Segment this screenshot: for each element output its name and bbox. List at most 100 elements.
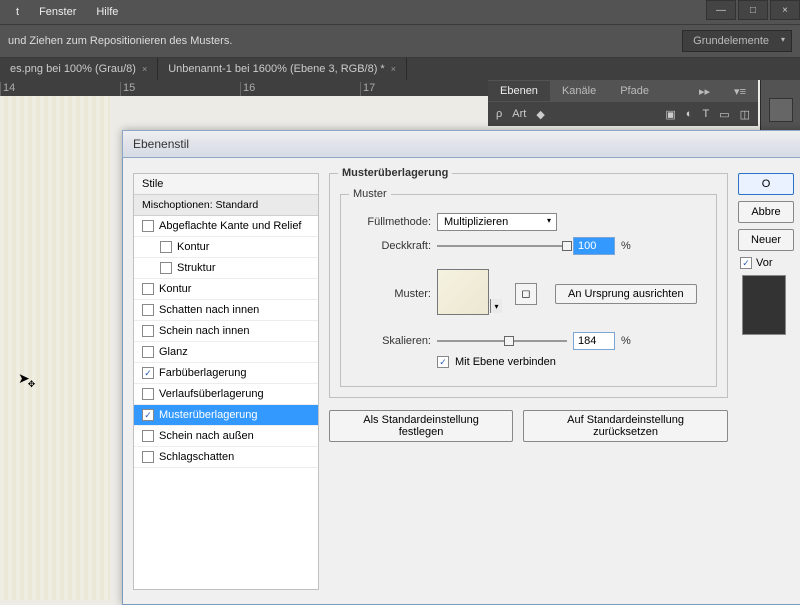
new-preset-icon[interactable]: ◻ [515,283,537,305]
style-label: Schatten nach innen [159,304,259,316]
cancel-button[interactable]: Abbre [738,201,794,223]
opacity-input[interactable]: 100 [573,237,615,255]
dialog-title: Ebenenstil [122,130,800,158]
blend-label: Füllmethode: [351,216,431,228]
chevron-down-icon[interactable]: ▾ [490,299,502,313]
layers-toolbar: ρ Art ◆ ▣ ◐ T ▭ ◫ [488,102,758,126]
scale-label: Skalieren: [351,335,431,347]
style-label: Schein nach innen [159,325,250,337]
options-bar: und Ziehen zum Repositionieren des Muste… [0,24,800,58]
filter-smart-icon[interactable]: ◫ [740,108,750,121]
style-checkbox[interactable] [142,367,154,379]
pattern-swatch[interactable] [437,269,489,315]
reset-default-button[interactable]: Auf Standardeinstellung zurücksetzen [523,410,728,442]
opacity-label: Deckkraft: [351,240,431,252]
maximize-button[interactable]: □ [738,0,768,20]
link-layer-label: Mit Ebene verbinden [455,356,556,368]
opacity-slider[interactable] [437,245,567,247]
style-checkbox[interactable] [142,430,154,442]
style-item[interactable]: Kontur [134,237,318,258]
document-tabs: es.png bei 100% (Grau/8) × Unbenannt-1 b… [0,58,800,80]
dialog-actions: O Abbre Neuer Vor [738,173,794,590]
scale-slider[interactable] [437,340,567,342]
style-item[interactable]: Musterüberlagerung [134,405,318,426]
tab-layers[interactable]: Ebenen [488,81,550,101]
percent-label: % [621,240,631,252]
style-checkbox[interactable] [142,409,154,421]
link-layer-checkbox[interactable] [437,356,449,368]
layer-style-dialog: Ebenenstil Stile Mischoptionen: Standard… [122,130,800,605]
style-label: Kontur [159,283,191,295]
ok-button[interactable]: O [738,173,794,195]
workspace-selector[interactable]: Grundelemente [682,30,792,52]
canvas[interactable] [0,96,110,600]
style-item[interactable]: Schein nach innen [134,321,318,342]
style-settings: Musterüberlagerung Muster Füllmethode: M… [329,173,728,590]
minimize-button[interactable]: — [706,0,736,20]
style-checkbox[interactable] [142,325,154,337]
menu-truncated[interactable]: t [8,2,27,22]
preview-label: Vor [756,257,773,269]
tab-paths[interactable]: Pfade [608,81,661,101]
menu-help[interactable]: Hilfe [88,2,126,22]
style-checkbox[interactable] [142,304,154,316]
preview-swatch [742,275,786,335]
styles-list: Stile Mischoptionen: Standard Abgeflacht… [133,173,319,590]
tab-channels[interactable]: Kanäle [550,81,608,101]
blend-mode-select[interactable]: Multiplizieren [437,213,557,231]
style-label: Schein nach außen [159,430,254,442]
scale-input[interactable]: 184 [573,332,615,350]
horizontal-ruler: 14 15 16 17 [0,80,490,96]
style-label: Abgeflachte Kante und Relief [159,220,302,232]
panel-menu-icon[interactable]: ▸▸ [687,81,722,102]
style-item[interactable]: Schlagschatten [134,447,318,468]
close-icon[interactable]: × [391,64,396,74]
filter-adjust-icon[interactable]: ◐ [686,108,693,120]
menubar: t Fenster Hilfe — □ × [0,0,800,24]
style-checkbox[interactable] [160,262,172,274]
pattern-label: Muster: [351,288,431,300]
style-label: Kontur [177,241,209,253]
style-checkbox[interactable] [142,388,154,400]
style-label: Farbüberlagerung [159,367,246,379]
panel-tabs: Ebenen Kanäle Pfade ▸▸ ▾≡ [488,80,758,102]
preview-checkbox[interactable] [740,257,752,269]
menu-window[interactable]: Fenster [31,2,84,22]
inner-title: Muster [349,188,391,200]
make-default-button[interactable]: Als Standardeinstellung festlegen [329,410,513,442]
document-tab[interactable]: Unbenannt-1 bei 1600% (Ebene 3, RGB/8) *… [158,58,407,80]
style-item[interactable]: Struktur [134,258,318,279]
group-title: Musterüberlagerung [338,167,452,179]
style-label: Schlagschatten [159,451,234,463]
style-label: Verlaufsüberlagerung [159,388,264,400]
new-style-button[interactable]: Neuer [738,229,794,251]
blending-options[interactable]: Mischoptionen: Standard [134,195,318,216]
style-item[interactable]: Schatten nach innen [134,300,318,321]
styles-header[interactable]: Stile [134,174,318,195]
style-item[interactable]: Abgeflachte Kante und Relief [134,216,318,237]
style-item[interactable]: Kontur [134,279,318,300]
style-checkbox[interactable] [142,220,154,232]
style-item[interactable]: Schein nach außen [134,426,318,447]
filter-image-icon[interactable]: ▣ [665,108,675,121]
close-icon[interactable]: × [142,64,147,74]
style-item[interactable]: Verlaufsüberlagerung [134,384,318,405]
style-label: Musterüberlagerung [159,409,257,421]
style-checkbox[interactable] [160,241,172,253]
style-item[interactable]: Glanz [134,342,318,363]
layers-icon[interactable] [769,98,793,122]
filter-shape-icon[interactable]: ▭ [719,108,729,121]
style-checkbox[interactable] [142,283,154,295]
layer-filter[interactable]: Art [512,108,526,120]
style-checkbox[interactable] [142,451,154,463]
close-button[interactable]: × [770,0,800,20]
percent-label: % [621,335,631,347]
style-checkbox[interactable] [142,346,154,358]
style-label: Glanz [159,346,188,358]
panel-collapse-icon[interactable]: ▾≡ [722,81,758,102]
style-label: Struktur [177,262,216,274]
style-item[interactable]: Farbüberlagerung [134,363,318,384]
document-tab[interactable]: es.png bei 100% (Grau/8) × [0,58,158,80]
snap-origin-button[interactable]: An Ursprung ausrichten [555,284,697,304]
filter-type-icon[interactable]: T [702,108,709,120]
